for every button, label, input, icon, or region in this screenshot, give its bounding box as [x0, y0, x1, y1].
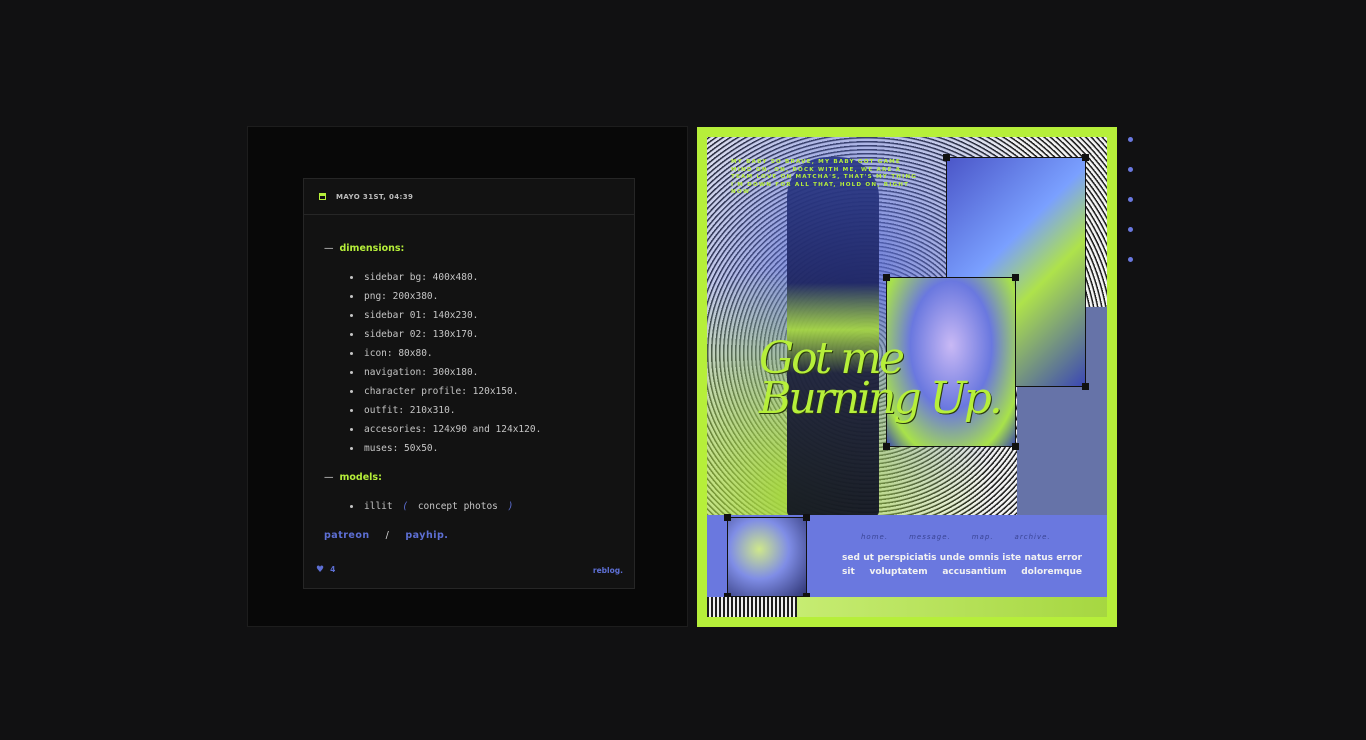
- heart-icon: ♥: [316, 565, 325, 575]
- post-panel: MAYO 31ST, 04:39 — dimensions: sidebar b…: [247, 126, 688, 627]
- post-footer: ♥ 4 reblog.: [316, 564, 623, 576]
- graphic-nav: home. message. map. archive.: [861, 533, 1051, 541]
- dimensions-heading: — dimensions:: [324, 243, 614, 254]
- calendar-icon: [319, 193, 326, 200]
- title-line-2: Burning Up.: [759, 373, 1003, 424]
- graphic-blurb: sed ut perspiciatis unde omnis iste natu…: [842, 553, 1082, 577]
- sidebar-graphic-frame: MY BABY SO BRAVE, MY BABY GOT GAME MIND …: [697, 127, 1117, 627]
- payhip-link[interactable]: payhip.: [405, 530, 448, 541]
- nav-archive[interactable]: archive.: [1015, 533, 1051, 541]
- list-item: accesories: 124x90 and 124x120.: [350, 420, 614, 439]
- dash-decoration: —: [324, 472, 334, 483]
- lyrics-text: MY BABY SO BRAVE, MY BABY GOT GAME MIND …: [731, 159, 918, 195]
- model-icon-photo: [724, 514, 810, 600]
- page-dot[interactable]: [1128, 227, 1133, 232]
- models-heading: — models:: [324, 472, 614, 483]
- list-item: character profile: 120x150.: [350, 382, 614, 401]
- post-date: MAYO 31ST, 04:39: [336, 192, 414, 201]
- model-note: concept photos: [417, 501, 498, 512]
- link-separator: /: [385, 530, 390, 541]
- sidebar-graphic: MY BABY SO BRAVE, MY BABY GOT GAME MIND …: [707, 137, 1107, 617]
- page-dot[interactable]: [1128, 167, 1133, 172]
- bottom-stripe: [707, 597, 1107, 617]
- page-dot[interactable]: [1128, 257, 1133, 262]
- patreon-link[interactable]: patreon: [324, 530, 370, 541]
- list-item: outfit: 210x310.: [350, 401, 614, 420]
- post-body: — dimensions: sidebar bg: 400x480. png: …: [304, 215, 634, 541]
- list-item: muses: 50x50.: [350, 439, 614, 458]
- reblog-button[interactable]: reblog.: [593, 566, 623, 575]
- page-dots: [1128, 137, 1133, 287]
- nav-map[interactable]: map.: [972, 533, 994, 541]
- list-item: sidebar 01: 140x230.: [350, 306, 614, 325]
- list-item: icon: 80x80.: [350, 344, 614, 363]
- nav-message[interactable]: message.: [909, 533, 951, 541]
- paren-close: ): [507, 501, 514, 512]
- page-dot[interactable]: [1128, 137, 1133, 142]
- dimensions-title: dimensions:: [339, 243, 405, 254]
- model-name: illit: [364, 501, 393, 512]
- dimensions-list: sidebar bg: 400x480. png: 200x380. sideb…: [324, 268, 614, 458]
- paren-open: (: [402, 501, 409, 512]
- list-item: sidebar bg: 400x480.: [350, 268, 614, 287]
- dash-decoration: —: [324, 243, 334, 254]
- list-item: illit ( concept photos ): [350, 497, 614, 516]
- nav-home[interactable]: home.: [861, 533, 888, 541]
- like-count: 4: [330, 565, 336, 574]
- shop-links: patreon / payhip.: [324, 530, 614, 541]
- post-card: MAYO 31ST, 04:39 — dimensions: sidebar b…: [303, 178, 635, 589]
- models-title: models:: [339, 472, 382, 483]
- post-header: MAYO 31ST, 04:39: [304, 179, 634, 215]
- list-item: sidebar 02: 130x170.: [350, 325, 614, 344]
- like-button[interactable]: ♥ 4: [316, 565, 335, 575]
- models-list: illit ( concept photos ): [324, 497, 614, 516]
- graphic-title: Got me Burning Up.: [759, 337, 1019, 424]
- list-item: png: 200x380.: [350, 287, 614, 306]
- list-item: navigation: 300x180.: [350, 363, 614, 382]
- page-dot[interactable]: [1128, 197, 1133, 202]
